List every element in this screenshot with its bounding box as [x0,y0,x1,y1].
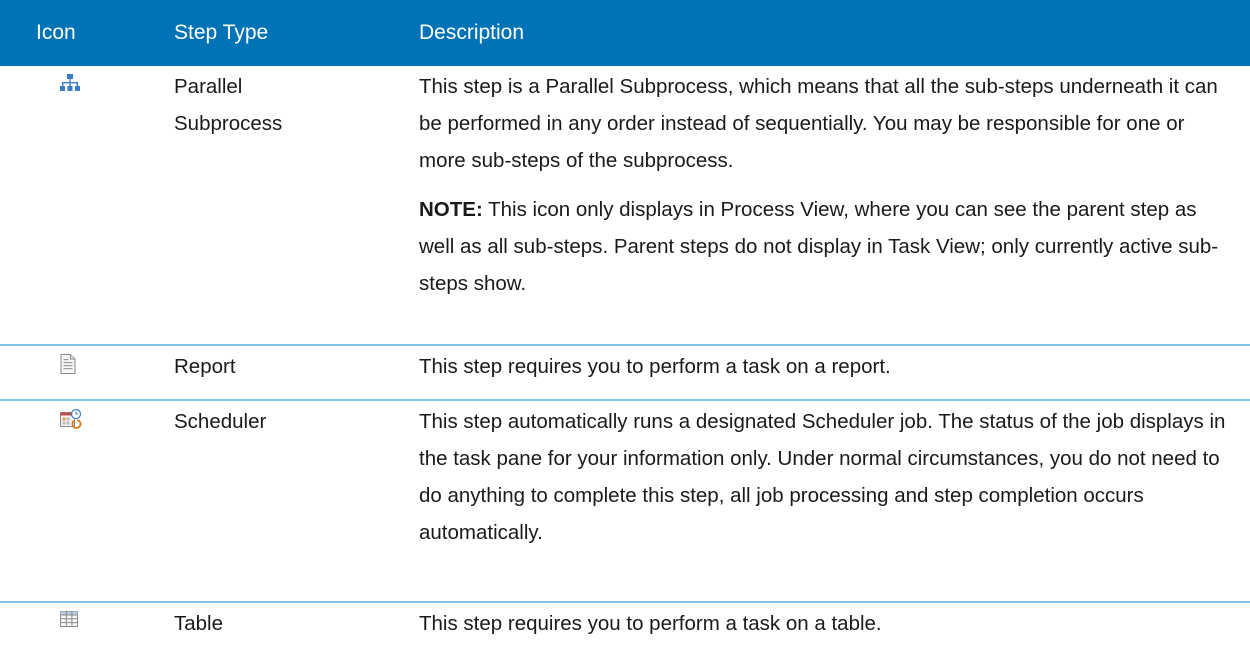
header-icon: Icon [36,21,76,44]
step-description: This step is a Parallel Subprocess, whic… [415,66,1250,344]
step-type-label: Table [174,612,224,635]
table-row: Table This step requires you to perform … [0,603,1250,666]
step-type-label: Parallel Subprocess [174,75,283,135]
step-type-label: Scheduler [174,410,267,433]
table-row: Scheduler This step automatically runs a… [0,401,1250,603]
table-row: Report This step requires you to perform… [0,346,1250,401]
note-text: This icon only displays in Process View,… [419,198,1219,295]
header-description: Description [419,21,525,44]
header-step-type: Step Type [174,21,269,44]
table-header: Icon Step Type Description [0,0,1250,66]
note-label: NOTE: [419,198,483,221]
report-icon [0,346,170,399]
parallel-subprocess-icon [0,66,170,344]
table-icon [0,603,170,666]
step-description: This step automatically runs a designate… [419,410,1226,544]
step-types-table: Icon Step Type Description Parallel Subp… [0,0,1250,666]
scheduler-icon [0,401,170,601]
description-text: This step is a Parallel Subprocess, whic… [419,75,1218,172]
table-row: Parallel Subprocess This step is a Paral… [0,66,1250,346]
step-type-label: Report [174,355,236,378]
description-note: NOTE: This icon only displays in Process… [419,191,1230,302]
step-description: This step requires you to perform a task… [419,355,891,378]
step-description: This step requires you to perform a task… [419,612,882,635]
